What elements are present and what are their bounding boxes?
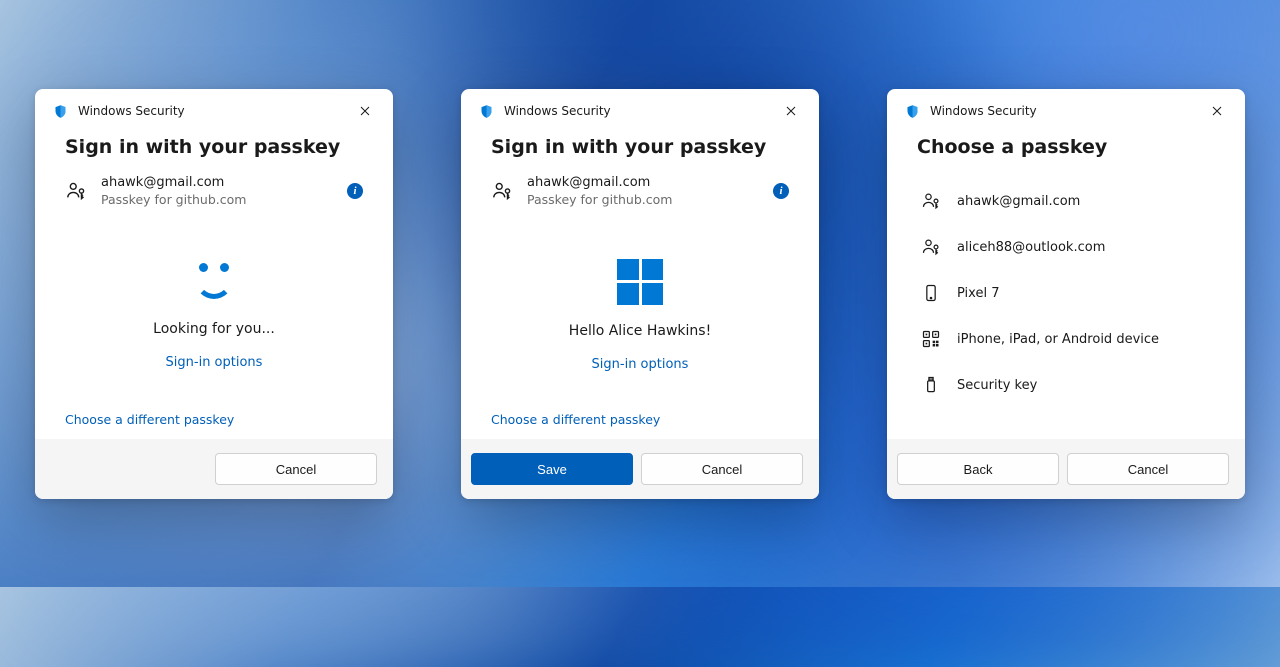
security-dialog-looking: Windows Security Sign in with your passk… — [35, 89, 393, 499]
identity-site: Passkey for github.com — [527, 192, 759, 209]
greeting-text: Hello Alice Hawkins! — [569, 323, 711, 339]
passkey-list: ahawk@gmail.com aliceh88@outlook.com Pixel… — [917, 178, 1215, 408]
signin-options-link[interactable]: Sign-in options — [166, 355, 263, 370]
identity-row: ahawk@gmail.com Passkey for github.com — [65, 174, 363, 208]
signin-options-link[interactable]: Sign-in options — [592, 357, 689, 372]
identity-row: ahawk@gmail.com Passkey for github.com — [491, 174, 789, 208]
info-icon[interactable] — [773, 183, 789, 199]
cancel-button[interactable]: Cancel — [641, 453, 803, 485]
dialog-heading: Sign in with your passkey — [491, 136, 789, 158]
close-button[interactable] — [777, 100, 805, 122]
window-title: Windows Security — [78, 104, 341, 118]
choose-different-link[interactable]: Choose a different passkey — [491, 408, 789, 439]
security-dialog-hello: Windows Security Sign in with your passk… — [461, 89, 819, 499]
passkey-option-label: aliceh88@outlook.com — [957, 240, 1105, 255]
shield-icon — [479, 104, 494, 119]
passkey-option[interactable]: ahawk@gmail.com — [917, 178, 1215, 224]
window-title: Windows Security — [930, 104, 1193, 118]
titlebar: Windows Security — [461, 89, 819, 128]
identity-email: ahawk@gmail.com — [101, 174, 333, 192]
cancel-button[interactable]: Cancel — [1067, 453, 1229, 485]
close-icon — [1212, 106, 1222, 116]
passkey-option[interactable]: Security key — [917, 362, 1215, 408]
security-dialog-choose: Windows Security Choose a passkey ahawk@… — [887, 89, 1245, 499]
status-text: Looking for you... — [153, 321, 275, 337]
passkey-option-label: Pixel 7 — [957, 286, 999, 301]
cancel-button[interactable]: Cancel — [215, 453, 377, 485]
passkey-icon — [921, 191, 941, 211]
window-title: Windows Security — [504, 104, 767, 118]
shield-icon — [53, 104, 68, 119]
passkey-option-label: Security key — [957, 378, 1037, 393]
hello-face-icon — [187, 261, 241, 303]
close-icon — [360, 106, 370, 116]
choose-different-link[interactable]: Choose a different passkey — [65, 408, 363, 439]
close-button[interactable] — [1203, 100, 1231, 122]
close-icon — [786, 106, 796, 116]
passkey-icon — [921, 237, 941, 257]
passkey-option[interactable]: aliceh88@outlook.com — [917, 224, 1215, 270]
passkey-option-label: ahawk@gmail.com — [957, 194, 1080, 209]
passkey-option[interactable]: iPhone, iPad, or Android device — [917, 316, 1215, 362]
passkey-option[interactable]: Pixel 7 — [917, 270, 1215, 316]
passkey-option-label: iPhone, iPad, or Android device — [957, 332, 1159, 347]
close-button[interactable] — [351, 100, 379, 122]
back-button[interactable]: Back — [897, 453, 1059, 485]
identity-email: ahawk@gmail.com — [527, 174, 759, 192]
info-icon[interactable] — [347, 183, 363, 199]
identity-site: Passkey for github.com — [101, 192, 333, 209]
passkey-icon — [491, 180, 513, 202]
save-button[interactable]: Save — [471, 453, 633, 485]
shield-icon — [905, 104, 920, 119]
titlebar: Windows Security — [35, 89, 393, 128]
dialog-heading: Choose a passkey — [917, 136, 1215, 158]
titlebar: Windows Security — [887, 89, 1245, 128]
phone-icon — [921, 283, 941, 303]
qr-icon — [921, 329, 941, 349]
windows-logo-icon — [617, 259, 663, 305]
usb-icon — [921, 375, 941, 395]
passkey-icon — [65, 180, 87, 202]
dialog-heading: Sign in with your passkey — [65, 136, 363, 158]
